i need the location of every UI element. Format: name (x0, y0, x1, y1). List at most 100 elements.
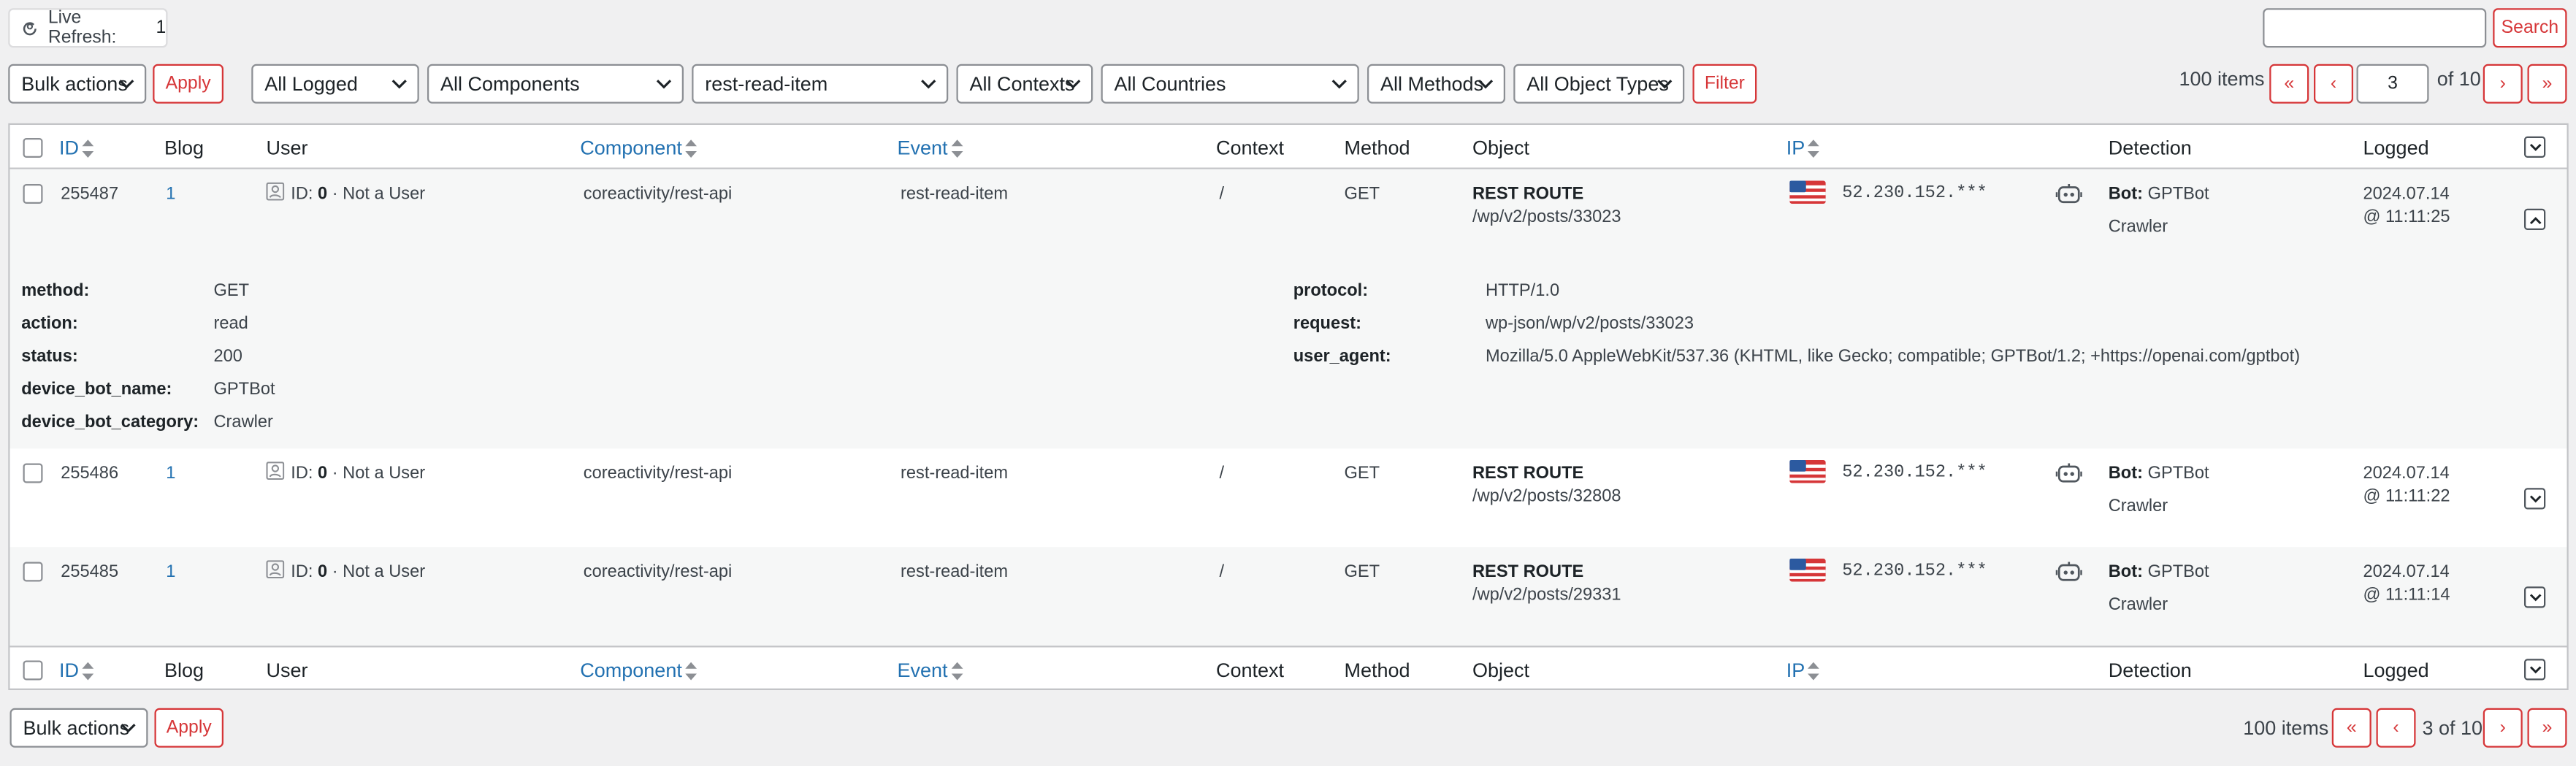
row-user: ID: 0 · Not a User (266, 182, 425, 204)
filter-methods-select[interactable]: All Methods (1367, 64, 1505, 104)
collapse-row-button[interactable] (2524, 208, 2546, 230)
row-logged-time: @ 11:11:22 (2363, 486, 2450, 506)
column-event[interactable]: Event (898, 659, 963, 682)
select-all-checkbox[interactable] (23, 660, 43, 681)
live-refresh-label: Live Refresh: (47, 8, 117, 48)
filter-countries-select[interactable]: All Countries (1101, 64, 1359, 104)
row-user: ID: 0 · Not a User (266, 461, 425, 483)
table-row: 255487 1 ID: 0 · Not a User coreactivity… (9, 169, 2567, 449)
row-blog[interactable]: 1 (166, 464, 175, 483)
row-checkbox[interactable] (23, 562, 43, 582)
row-blog[interactable]: 1 (166, 184, 175, 204)
row-user: ID: 0 · Not a User (266, 560, 425, 582)
expand-row-button[interactable] (2524, 586, 2546, 608)
filter-logged-select[interactable]: All Logged (251, 64, 419, 104)
column-method: Method (1344, 659, 1410, 682)
column-component[interactable]: Component (580, 659, 697, 682)
robot-icon (2055, 463, 2082, 483)
apply-button-top[interactable]: Apply (153, 64, 223, 104)
first-page-button-bottom[interactable]: « (2331, 708, 2371, 748)
row-object-path: /wp/v2/posts/33023 (1472, 207, 1621, 227)
row-checkbox[interactable] (23, 463, 43, 483)
column-logged: Logged (2363, 136, 2429, 160)
detail-key: action: (21, 313, 78, 334)
items-count-bottom: 100 items (2243, 716, 2329, 740)
chevron-down-icon (2529, 143, 2542, 151)
chevron-down-icon (1657, 80, 1673, 89)
column-blog: Blog (164, 136, 205, 160)
row-component: coreactivity/rest-api (583, 562, 733, 582)
row-detection-bot: Bot: GPTBot (2108, 184, 2209, 204)
row-object-type: REST ROUTE (1472, 184, 1584, 204)
row-method: GET (1344, 562, 1380, 582)
filter-object-types-select[interactable]: All Object Types (1513, 64, 1685, 104)
live-refresh-count: 1 (156, 18, 167, 38)
sort-icon (82, 139, 94, 158)
next-page-button-top[interactable]: › (2483, 64, 2523, 104)
row-logged-date: 2024.07.14 (2363, 184, 2450, 204)
first-page-button-top[interactable]: « (2269, 64, 2309, 104)
chevron-down-icon (1331, 80, 1347, 89)
live-refresh-indicator[interactable]: Live Refresh: 1 (8, 8, 168, 48)
sort-icon (1808, 139, 1820, 158)
expand-row-button[interactable] (2524, 488, 2546, 510)
total-pages-top: of 10 (2437, 67, 2481, 91)
chevron-down-icon (656, 80, 672, 89)
table-row: 255485 1 ID: 0 · Not a User coreactivity… (9, 547, 2567, 646)
us-flag-icon (1789, 460, 1826, 483)
table-row: 255486 1 ID: 0 · Not a User coreactivity… (10, 448, 2567, 547)
row-detection-category: Crawler (2108, 594, 2168, 615)
column-context: Context (1216, 659, 1285, 682)
row-event: rest-read-item (901, 184, 1009, 204)
column-event[interactable]: Event (898, 137, 963, 159)
us-flag-icon (1789, 180, 1826, 204)
row-object-type: REST ROUTE (1472, 562, 1584, 582)
column-user: User (266, 136, 308, 160)
column-ip[interactable]: IP (1786, 137, 1820, 159)
current-page-input[interactable] (2356, 64, 2429, 104)
us-flag-icon (1789, 559, 1826, 582)
row-logged-date: 2024.07.14 (2363, 463, 2450, 483)
column-id[interactable]: ID (59, 137, 94, 159)
filter-button[interactable]: Filter (1692, 64, 1757, 104)
detail-value: GET (213, 280, 250, 301)
bulk-actions-select-top[interactable]: Bulk actions (8, 64, 147, 104)
column-detection: Detection (2108, 136, 2192, 160)
detail-key: protocol: (1293, 280, 1369, 301)
detail-value: Mozilla/5.0 AppleWebKit/537.36 (KHTML, l… (1486, 346, 2301, 367)
bulk-actions-select-bottom[interactable]: Bulk actions (9, 708, 148, 748)
chevron-down-icon (1478, 80, 1494, 89)
robot-icon (2055, 562, 2082, 581)
chevron-down-icon (121, 724, 136, 733)
last-page-button-bottom[interactable]: » (2527, 708, 2567, 748)
column-ip[interactable]: IP (1786, 659, 1820, 682)
detail-value: Crawler (213, 412, 273, 432)
row-logged-date: 2024.07.14 (2363, 562, 2450, 582)
next-page-button-bottom[interactable]: › (2483, 708, 2523, 748)
row-detection-category: Crawler (2108, 496, 2168, 516)
select-all-checkbox[interactable] (23, 138, 43, 158)
row-method: GET (1344, 184, 1380, 204)
column-id[interactable]: ID (59, 659, 94, 682)
filter-event-select[interactable]: rest-read-item (692, 64, 949, 104)
prev-page-button-top[interactable]: ‹ (2314, 64, 2353, 104)
row-object-type: REST ROUTE (1472, 463, 1584, 483)
row-event: rest-read-item (901, 562, 1009, 582)
row-event: rest-read-item (901, 463, 1009, 483)
prev-page-button-bottom[interactable]: ‹ (2376, 708, 2416, 748)
row-checkbox[interactable] (23, 184, 43, 204)
toggle-all-details-button[interactable] (2524, 659, 2546, 681)
apply-button-bottom[interactable]: Apply (154, 708, 223, 748)
sort-icon (82, 662, 94, 681)
items-count-top: 100 items (2179, 67, 2265, 91)
search-button[interactable]: Search (2493, 8, 2567, 48)
column-component[interactable]: Component (580, 137, 697, 159)
detail-key: user_agent: (1293, 346, 1391, 367)
row-detection-bot: Bot: GPTBot (2108, 562, 2209, 582)
search-input[interactable] (2263, 8, 2487, 48)
filter-contexts-select[interactable]: All Contexts (956, 64, 1093, 104)
last-page-button-top[interactable]: » (2527, 64, 2567, 104)
toggle-all-details-button[interactable] (2524, 136, 2546, 158)
filter-components-select[interactable]: All Components (427, 64, 684, 104)
row-blog[interactable]: 1 (166, 562, 175, 582)
